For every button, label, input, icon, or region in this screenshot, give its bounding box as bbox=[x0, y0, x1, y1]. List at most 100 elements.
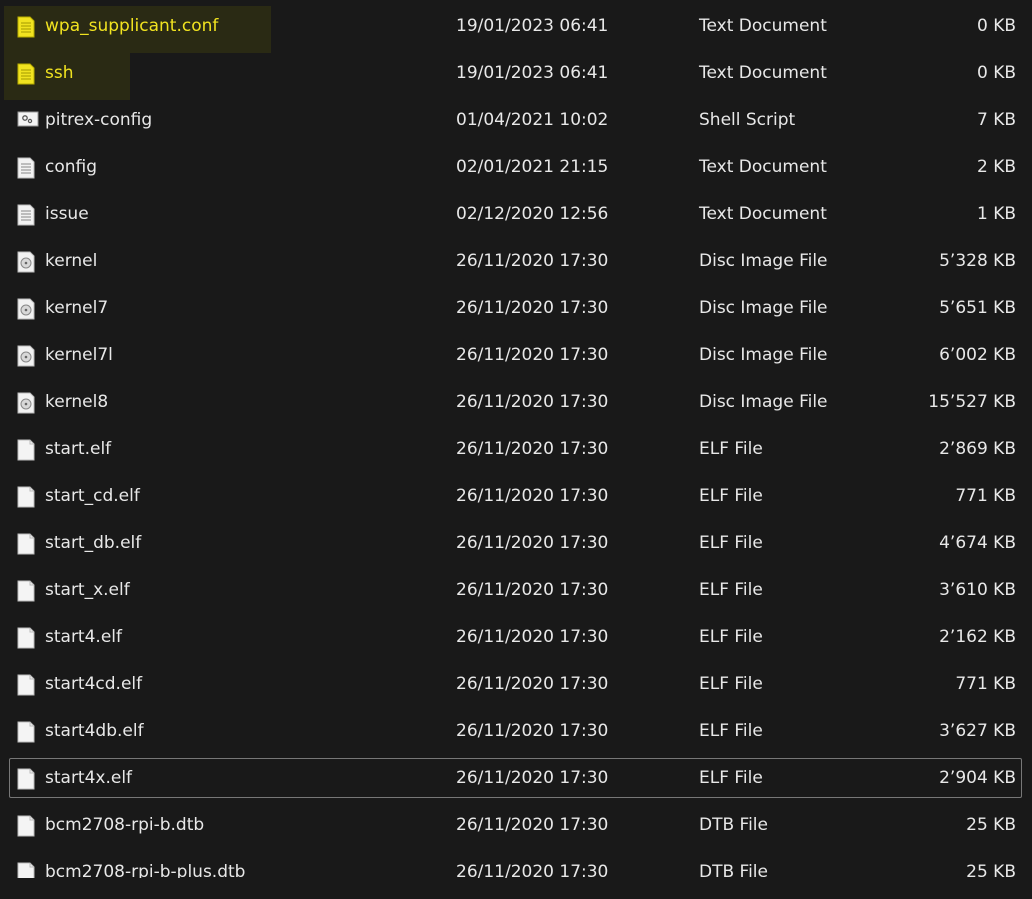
date-modified: 26/11/2020 17:30 bbox=[456, 674, 609, 694]
file-row[interactable]: start4db.elf 26/11/2020 17:30 ELF File 3’62… bbox=[0, 711, 1032, 758]
disc-image-icon bbox=[17, 251, 35, 273]
file-row[interactable]: start4.elf 26/11/2020 17:30 ELF File 2’162 … bbox=[0, 617, 1032, 664]
file-type: ELF File bbox=[699, 439, 763, 459]
file-row[interactable]: kernel7 26/11/2020 17:30 Disc Image File 5’… bbox=[0, 288, 1032, 335]
shell-script-icon bbox=[17, 110, 39, 132]
file-row[interactable]: kernel 26/11/2020 17:30 Disc Image File 5’3… bbox=[0, 241, 1032, 288]
file-row[interactable]: start4cd.elf 26/11/2020 17:30 ELF File 771 … bbox=[0, 664, 1032, 711]
file-type: DTB File bbox=[699, 815, 768, 835]
file-type: ELF File bbox=[699, 580, 763, 600]
file-row[interactable]: pitrex-config 01/04/2021 10:02 Shell Scrip… bbox=[0, 100, 1032, 147]
file-size: 1 KB bbox=[976, 204, 1016, 224]
file-size: 6’002 KB bbox=[939, 345, 1016, 365]
file-name: start4x.elf bbox=[45, 768, 133, 788]
text-file-icon bbox=[17, 204, 35, 226]
file-size: 2’904 KB bbox=[939, 768, 1016, 788]
date-modified: 26/11/2020 17:30 bbox=[456, 439, 609, 459]
file-name: start.elf bbox=[45, 439, 112, 459]
file-row[interactable]: start.elf 26/11/2020 17:30 ELF File 2’869 K… bbox=[0, 429, 1032, 476]
blank-file-icon bbox=[17, 533, 35, 555]
file-name: pitrex-config bbox=[45, 110, 153, 130]
file-row[interactable]: config 02/01/2021 21:15 Text Document 2 KB bbox=[0, 147, 1032, 194]
file-name-cell[interactable]: ssh bbox=[14, 53, 444, 93]
blank-file-icon bbox=[17, 439, 35, 461]
blank-file-icon bbox=[17, 580, 35, 602]
file-name-cell[interactable]: wpa_supplicant.conf bbox=[14, 6, 444, 46]
file-name: start4cd.elf bbox=[45, 674, 143, 694]
file-name-cell[interactable]: start4cd.elf bbox=[14, 664, 444, 704]
file-name-cell[interactable]: kernel bbox=[14, 241, 444, 281]
file-row[interactable]: kernel7l 26/11/2020 17:30 Disc Image File 6… bbox=[0, 335, 1032, 382]
file-row[interactable]: issue 02/12/2020 12:56 Text Document 1 KB bbox=[0, 194, 1032, 241]
blank-file-icon bbox=[17, 627, 35, 649]
file-type: ELF File bbox=[699, 674, 763, 694]
file-name-cell[interactable]: start4.elf bbox=[14, 617, 444, 657]
date-modified: 19/01/2023 06:41 bbox=[456, 16, 609, 36]
file-name-cell[interactable]: kernel8 bbox=[14, 382, 444, 422]
file-name-cell[interactable]: start_db.elf bbox=[14, 523, 444, 563]
file-size: 2’162 KB bbox=[939, 627, 1016, 647]
file-size: 4’674 KB bbox=[939, 533, 1016, 553]
file-size: 5’651 KB bbox=[939, 298, 1016, 318]
file-name: kernel7l bbox=[45, 345, 113, 365]
file-name-cell[interactable]: config bbox=[14, 147, 444, 187]
disc-image-icon bbox=[17, 392, 35, 414]
file-type: ELF File bbox=[699, 533, 763, 553]
date-modified: 26/11/2020 17:30 bbox=[456, 721, 609, 741]
file-name-cell[interactable]: kernel7 bbox=[14, 288, 444, 328]
date-modified: 26/11/2020 17:30 bbox=[456, 768, 609, 788]
file-row[interactable]: start4x.elf 26/11/2020 17:30 ELF File 2’904… bbox=[0, 758, 1032, 805]
file-name: kernel8 bbox=[45, 392, 109, 412]
file-row[interactable]: wpa_supplicant.conf 19/01/2023 06:41 Text … bbox=[0, 6, 1032, 53]
file-name: start_cd.elf bbox=[45, 486, 140, 506]
date-modified: 02/01/2021 21:15 bbox=[456, 157, 609, 177]
disc-image-icon bbox=[17, 345, 35, 367]
file-name: config bbox=[45, 157, 98, 177]
file-row[interactable]: kernel8 26/11/2020 17:30 Disc Image File 15… bbox=[0, 382, 1032, 429]
file-name: bcm2708-rpi-b-plus.dtb bbox=[45, 862, 246, 882]
file-name-cell[interactable]: bcm2708-rpi-b-plus.dtb bbox=[14, 852, 444, 892]
file-size: 2 KB bbox=[976, 157, 1016, 177]
file-row[interactable]: bcm2708-rpi-b.dtb 26/11/2020 17:30 DTB Fil… bbox=[0, 805, 1032, 852]
file-type: Disc Image File bbox=[699, 298, 828, 318]
file-name: start_db.elf bbox=[45, 533, 142, 553]
file-type: Text Document bbox=[699, 204, 827, 224]
date-modified: 26/11/2020 17:30 bbox=[456, 580, 609, 600]
file-row[interactable]: start_cd.elf 26/11/2020 17:30 ELF File 771 … bbox=[0, 476, 1032, 523]
file-name-cell[interactable]: issue bbox=[14, 194, 444, 234]
file-size: 3’610 KB bbox=[939, 580, 1016, 600]
file-type: Shell Script bbox=[699, 110, 796, 130]
file-name-cell[interactable]: start4x.elf bbox=[14, 758, 444, 798]
file-name-cell[interactable]: start_cd.elf bbox=[14, 476, 444, 516]
file-name-cell[interactable]: start4db.elf bbox=[14, 711, 444, 751]
file-type: Text Document bbox=[699, 157, 827, 177]
date-modified: 02/12/2020 12:56 bbox=[456, 204, 609, 224]
file-name: start_x.elf bbox=[45, 580, 130, 600]
file-name-cell[interactable]: start.elf bbox=[14, 429, 444, 469]
date-modified: 01/04/2021 10:02 bbox=[456, 110, 609, 130]
file-row[interactable]: ssh 19/01/2023 06:41 Text Document 0 KB bbox=[0, 53, 1032, 100]
date-modified: 26/11/2020 17:30 bbox=[456, 251, 609, 271]
file-size: 7 KB bbox=[976, 110, 1016, 130]
file-name: start4db.elf bbox=[45, 721, 144, 741]
file-row[interactable]: start_db.elf 26/11/2020 17:30 ELF File 4’67… bbox=[0, 523, 1032, 570]
file-name: wpa_supplicant.conf bbox=[45, 16, 219, 36]
file-type: Disc Image File bbox=[699, 251, 828, 271]
file-size: 15’527 KB bbox=[928, 392, 1016, 412]
file-size: 771 KB bbox=[955, 486, 1016, 506]
date-modified: 26/11/2020 17:30 bbox=[456, 862, 609, 882]
date-modified: 19/01/2023 06:41 bbox=[456, 63, 609, 83]
date-modified: 26/11/2020 17:30 bbox=[456, 486, 609, 506]
file-row[interactable]: bcm2708-rpi-b-plus.dtb 26/11/2020 17:30 DT… bbox=[0, 852, 1032, 899]
file-name: bcm2708-rpi-b.dtb bbox=[45, 815, 205, 835]
blank-file-icon bbox=[17, 674, 35, 696]
file-type: Disc Image File bbox=[699, 392, 828, 412]
file-name-cell[interactable]: start_x.elf bbox=[14, 570, 444, 610]
file-row[interactable]: start_x.elf 26/11/2020 17:30 ELF File 3’610… bbox=[0, 570, 1032, 617]
file-type: ELF File bbox=[699, 721, 763, 741]
file-name-cell[interactable]: kernel7l bbox=[14, 335, 444, 375]
date-modified: 26/11/2020 17:30 bbox=[456, 627, 609, 647]
file-name-cell[interactable]: bcm2708-rpi-b.dtb bbox=[14, 805, 444, 845]
yellow-text-file-icon bbox=[17, 16, 35, 38]
file-name-cell[interactable]: pitrex-config bbox=[14, 100, 444, 140]
